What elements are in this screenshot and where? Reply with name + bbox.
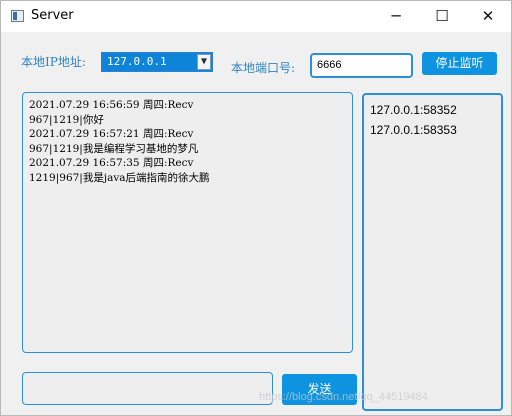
chevron-down-icon[interactable]: ▼ xyxy=(197,54,211,70)
window-title: Server xyxy=(31,8,74,23)
app-icon xyxy=(11,10,24,22)
maximize-button[interactable]: ☐ xyxy=(419,1,465,32)
client-list-item[interactable]: 127.0.0.1:58352 xyxy=(370,100,495,120)
stop-listening-button[interactable]: 停止监听 xyxy=(422,52,497,75)
ip-label: 本地IP地址: xyxy=(21,55,86,69)
message-input[interactable] xyxy=(22,372,273,405)
client-list[interactable]: 127.0.0.1:58352 127.0.0.1:58353 xyxy=(362,93,503,411)
watermark: https://blog.csdn.net/qq_44519484 xyxy=(259,391,428,403)
title-bar[interactable]: Server ─ ☐ ✕ xyxy=(1,1,511,32)
server-window: Server ─ ☐ ✕ 本地IP地址: 127.0.0.1 ▼ 本地端口号: … xyxy=(0,0,512,416)
port-label: 本地端口号: xyxy=(231,61,296,75)
close-button[interactable]: ✕ xyxy=(465,1,511,32)
ip-select[interactable]: 127.0.0.1 ▼ xyxy=(101,52,213,72)
ip-select-value: 127.0.0.1 xyxy=(107,55,167,68)
log-line: 2021.07.29 16:57:21 周四:Recv xyxy=(29,128,194,140)
message-log[interactable]: 2021.07.29 16:56:59 周四:Recv 967|1219|你好 … xyxy=(22,92,353,353)
log-line: 1219|967|我是java后端指南的徐大鹏 xyxy=(29,171,210,184)
log-line: 967|1219|我是编程学习基地的梦凡 xyxy=(29,142,199,155)
port-input[interactable]: 6666 xyxy=(310,53,413,78)
client-list-item[interactable]: 127.0.0.1:58353 xyxy=(370,120,495,140)
minimize-button[interactable]: ─ xyxy=(373,1,419,32)
log-line: 2021.07.29 16:56:59 周四:Recv xyxy=(29,99,194,111)
log-line: 2021.07.29 16:57:35 周四:Recv xyxy=(29,157,194,169)
log-line: 967|1219|你好 xyxy=(29,113,104,126)
